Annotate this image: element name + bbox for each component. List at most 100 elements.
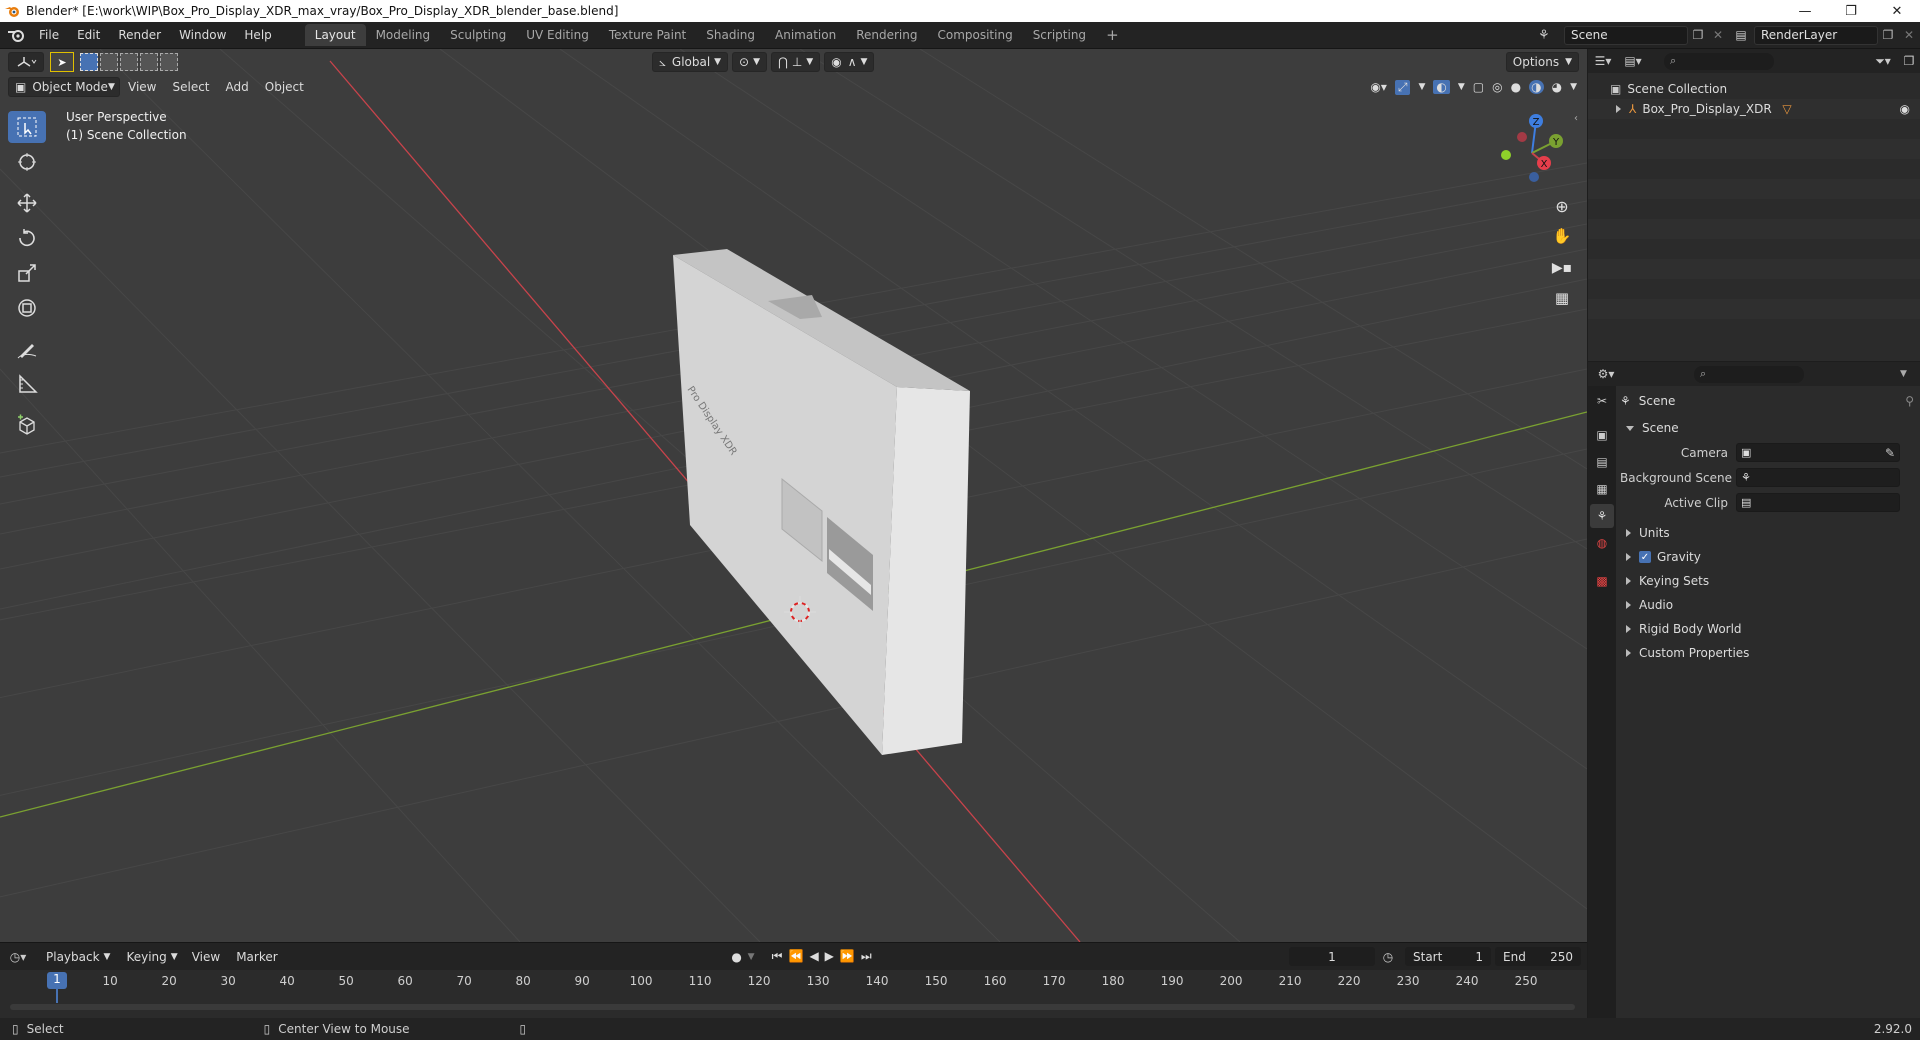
blender-menu-icon[interactable] xyxy=(4,26,30,44)
new-scene-icon[interactable]: ❐ xyxy=(1688,28,1708,42)
tab-tool[interactable]: ✂ xyxy=(1590,389,1614,413)
playhead[interactable]: 1 xyxy=(47,972,67,989)
tab-view-layer[interactable]: ▦ xyxy=(1590,477,1614,501)
select-mode-icon[interactable]: ➤ xyxy=(50,52,74,72)
pivot-point-dropdown[interactable]: ⊙ ▼ xyxy=(732,52,767,72)
gravity-checkbox[interactable]: ✓ xyxy=(1639,551,1651,563)
measure-tool[interactable] xyxy=(8,368,46,400)
tab-animation[interactable]: Animation xyxy=(765,24,846,46)
editor-type-button[interactable] xyxy=(8,52,44,72)
tab-world[interactable]: ◍ xyxy=(1590,531,1614,555)
tab-texture-paint[interactable]: Texture Paint xyxy=(599,24,696,46)
menu-edit[interactable]: Edit xyxy=(68,28,109,42)
xray-toggle-icon[interactable]: ▢ xyxy=(1473,80,1484,94)
tab-shading[interactable]: Shading xyxy=(696,24,765,46)
tab-render[interactable]: ▣ xyxy=(1590,423,1614,447)
menu-file[interactable]: File xyxy=(30,28,68,42)
rendered-shading-icon[interactable]: ◕ xyxy=(1552,80,1562,94)
audio-panel-header[interactable]: Audio xyxy=(1620,593,1920,617)
tab-output[interactable]: ▤ xyxy=(1590,450,1614,474)
select-intersect-icon[interactable] xyxy=(160,53,178,71)
scene-name-field[interactable]: Scene xyxy=(1564,25,1688,45)
transform-tool[interactable] xyxy=(8,292,46,324)
auto-keying-icon[interactable]: ● xyxy=(726,950,748,964)
tab-texture[interactable]: ▩ xyxy=(1590,569,1614,593)
gizmo-toggle-icon[interactable]: ⤢ xyxy=(1394,79,1411,95)
transform-orientation-dropdown[interactable]: ⦣ Global ▼ xyxy=(652,52,728,72)
timeline-menu-marker[interactable]: Marker xyxy=(228,950,285,964)
perspective-toggle-button[interactable]: ▦ xyxy=(1549,285,1575,311)
timeline-ruler[interactable]: 1 10 20 30 40 50 60 70 80 90 100 110 120 130 140 150 16… xyxy=(0,970,1587,1003)
menu-window[interactable]: Window xyxy=(170,28,235,42)
navigation-gizmo[interactable]: Z Y X xyxy=(1492,111,1572,191)
keying-sets-panel-header[interactable]: Keying Sets xyxy=(1620,569,1920,593)
overlays-toggle-icon[interactable]: ◐ xyxy=(1433,80,1450,94)
new-layer-icon[interactable]: ❐ xyxy=(1878,28,1898,42)
snap-toggle[interactable]: ⋂ ⊥ ▼ xyxy=(770,52,821,72)
visibility-eye-icon[interactable]: ◉ xyxy=(1900,102,1910,116)
tab-scene[interactable]: ⚘ xyxy=(1590,504,1614,528)
start-frame-field[interactable]: Start 1 xyxy=(1405,947,1491,966)
jump-end-icon[interactable]: ⏭ xyxy=(861,949,872,964)
keying-dropdown[interactable]: Keying ▼ xyxy=(120,947,183,967)
annotate-tool[interactable] xyxy=(8,333,46,365)
move-tool[interactable] xyxy=(8,187,46,219)
tab-uv-editing[interactable]: UV Editing xyxy=(516,24,599,46)
properties-editor-icon[interactable]: ⚙▾ xyxy=(1588,367,1624,381)
end-frame-field[interactable]: End 250 xyxy=(1495,947,1581,966)
background-scene-field[interactable]: ⚘ xyxy=(1736,468,1900,487)
prev-keyframe-icon[interactable]: ⏪ xyxy=(788,949,803,964)
units-panel-header[interactable]: Units xyxy=(1620,521,1920,545)
gravity-panel-header[interactable]: ✓ Gravity xyxy=(1620,545,1920,569)
menu-add[interactable]: Add xyxy=(218,80,257,94)
3d-viewport[interactable]: Pro Display XDR ➤ ⦣ Global ▼ ⊙ ▼ ⋂ ⊥ ▼ ◉… xyxy=(0,49,1587,942)
gizmo-neg-x[interactable] xyxy=(1517,132,1527,142)
scale-tool[interactable] xyxy=(8,257,46,289)
current-frame-field[interactable]: 1 xyxy=(1289,947,1375,966)
outliner-row-object[interactable]: ⅄ Box_Pro_Display_XDR ▽ ◉ xyxy=(1588,99,1920,119)
new-collection-icon[interactable]: ❐ xyxy=(1898,54,1920,68)
active-clip-field[interactable]: ▤ xyxy=(1736,493,1900,512)
tab-layout[interactable]: Layout xyxy=(304,24,366,46)
play-reverse-icon[interactable]: ◀ xyxy=(809,949,818,964)
select-box-modes[interactable] xyxy=(80,53,178,71)
select-new-icon[interactable] xyxy=(80,53,98,71)
close-button[interactable]: ✕ xyxy=(1874,0,1920,22)
add-cube-tool[interactable] xyxy=(8,409,46,441)
proportional-edit-toggle[interactable]: ◉ ∧ ▼ xyxy=(824,52,875,72)
timeline-editor-icon[interactable]: ◷▾ xyxy=(0,950,36,964)
expand-arrow-icon[interactable] xyxy=(1616,105,1621,113)
clock-icon[interactable]: ◷ xyxy=(1375,950,1401,964)
gizmo-neg-y[interactable] xyxy=(1501,150,1511,160)
playback-dropdown[interactable]: Playback ▼ xyxy=(40,947,116,967)
restore-button[interactable]: ❐ xyxy=(1828,0,1874,22)
filter-icon[interactable]: ⏷▾ xyxy=(1868,54,1898,69)
select-invert-icon[interactable] xyxy=(140,53,158,71)
box-pro-display-xdr[interactable]: Pro Display XDR xyxy=(673,249,970,755)
rotate-tool[interactable] xyxy=(8,222,46,254)
chevron-down-icon[interactable]: ▼ xyxy=(748,952,762,962)
gizmo-neg-z[interactable] xyxy=(1529,172,1539,182)
chevron-down-icon[interactable]: ▼ xyxy=(1570,82,1577,92)
mode-dropdown[interactable]: ▣ Object Mode ▼ xyxy=(8,77,120,97)
menu-object[interactable]: Object xyxy=(257,80,312,94)
select-subtract-icon[interactable] xyxy=(120,53,138,71)
zoom-view-button[interactable]: ⊕ xyxy=(1549,193,1575,219)
play-icon[interactable]: ▶ xyxy=(825,949,834,964)
render-layer-icon[interactable]: ▤ xyxy=(1728,28,1754,42)
minimize-button[interactable]: — xyxy=(1782,0,1828,22)
outliner-editor-icon[interactable]: ☰▾ xyxy=(1588,54,1618,68)
chevron-down-icon[interactable]: ▼ xyxy=(1900,369,1920,379)
jump-start-icon[interactable]: ⏮ xyxy=(772,949,783,964)
pan-view-button[interactable]: ✋ xyxy=(1549,223,1575,249)
delete-layer-icon[interactable]: ✕ xyxy=(1898,28,1920,42)
delete-scene-icon[interactable]: ✕ xyxy=(1708,28,1728,42)
solid-shading-icon[interactable]: ● xyxy=(1511,80,1521,94)
render-layer-field[interactable]: RenderLayer xyxy=(1754,25,1878,45)
timeline-scrollbar[interactable] xyxy=(10,1004,1575,1010)
menu-select[interactable]: Select xyxy=(164,80,217,94)
viewport-scene[interactable]: Pro Display XDR xyxy=(0,49,1587,942)
tab-modeling[interactable]: Modeling xyxy=(366,24,441,46)
custom-properties-panel-header[interactable]: Custom Properties xyxy=(1620,641,1920,665)
cursor-tool[interactable] xyxy=(8,146,46,178)
